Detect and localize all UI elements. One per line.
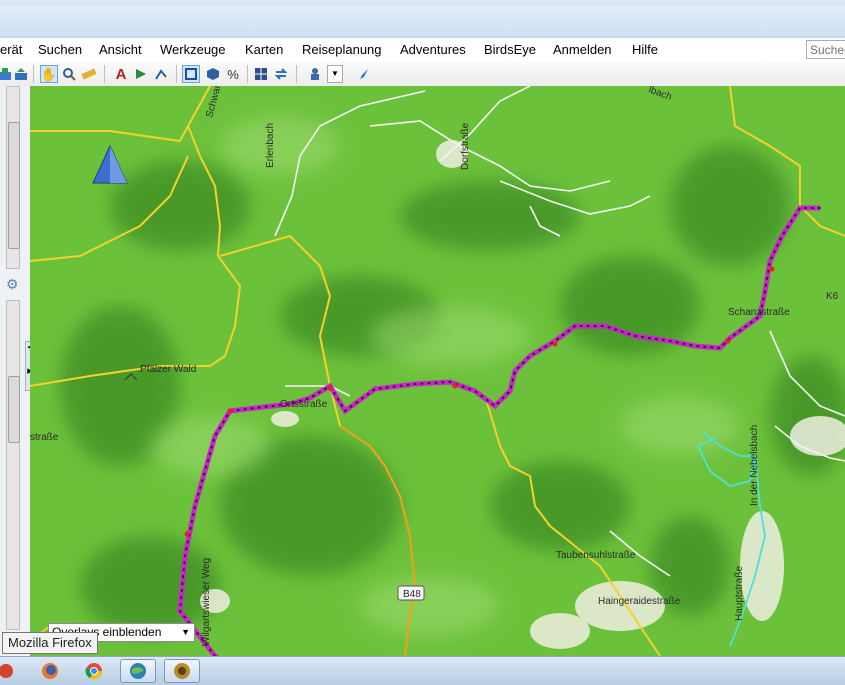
select-area-icon[interactable]: [182, 65, 200, 83]
label-dorfstrasse: Dorfstraße: [460, 122, 471, 170]
measure-ruler-icon[interactable]: [80, 65, 98, 83]
sidebar-scrollbar-top[interactable]: [6, 86, 20, 269]
toolbar-separator: [296, 65, 297, 83]
rocket-icon[interactable]: [354, 65, 372, 83]
chevron-down-icon[interactable]: ▼: [327, 65, 343, 83]
label-taubensuhlstrasse: Taubensuhlstraße: [556, 550, 636, 561]
menu-item-adventures[interactable]: Adventures: [400, 42, 466, 57]
label-hauptstrasse: Hauptstraße: [734, 566, 745, 621]
map-view[interactable]: Schwarz Erlenbach Dorfstraße lbach Pfälz…: [30, 86, 845, 656]
menu-item-geraet[interactable]: erät: [0, 42, 22, 57]
label-pfalzer-wald: Pfälzer Wald: [140, 364, 196, 375]
label-erlenbach: Erlenbach: [265, 123, 276, 168]
toolbar-separator: [104, 65, 105, 83]
menu-item-karten[interactable]: Karten: [245, 42, 283, 57]
hillshade: [60, 146, 845, 636]
left-sidebar: ⚙ ◀▶: [0, 86, 35, 656]
menu-item-birdseye[interactable]: BirdsEye: [484, 42, 536, 57]
firefox-icon[interactable]: [32, 659, 68, 683]
device-receive-icon[interactable]: [12, 65, 30, 83]
position-triangle-icon[interactable]: [92, 144, 128, 184]
toolbar-separator: [247, 65, 248, 83]
label-in-der-nebelsbach: In der Nebelsbach: [749, 425, 760, 506]
app-disc-icon[interactable]: [164, 659, 200, 683]
road-badge-b48: B48: [397, 585, 425, 601]
3d-view-icon[interactable]: [204, 65, 222, 83]
label-lbach: lbach: [647, 86, 673, 103]
transfer-icon[interactable]: [272, 65, 290, 83]
label-k6: K6: [826, 291, 839, 302]
route-tool-icon[interactable]: [152, 65, 170, 83]
chrome-icon[interactable]: [76, 659, 112, 683]
label-wilgartswieser-weg: Wilgartswieser Weg: [201, 558, 212, 646]
search-input[interactable]: [806, 40, 845, 59]
svg-text:B48: B48: [403, 589, 421, 600]
app-icon[interactable]: [0, 659, 24, 683]
menu-item-reiseplanung[interactable]: Reiseplanung: [302, 42, 382, 57]
menu-item-werkzeuge[interactable]: Werkzeuge: [160, 42, 226, 57]
label-ortsstrasse: Ortsstraße: [280, 399, 328, 410]
toolbar-separator: [176, 65, 177, 83]
scrollbar-thumb[interactable]: [8, 376, 20, 443]
label-haingeraidestrasse: Haingeraidestraße: [598, 596, 681, 607]
grid-view-icon[interactable]: [252, 65, 270, 83]
label-strasse-left: straße: [30, 432, 59, 443]
title-bar-band: [0, 6, 845, 36]
hand-pan-icon[interactable]: ✋: [40, 65, 58, 83]
sidebar-scrollbar-bottom[interactable]: [6, 300, 20, 630]
topographic-map: Schwarz Erlenbach Dorfstraße lbach Pfälz…: [30, 86, 845, 656]
profile-dropdown-icon[interactable]: [306, 65, 324, 83]
window-title-bar: [0, 0, 845, 39]
taskbar-tooltip: Mozilla Firefox: [2, 632, 98, 654]
menu-item-anmelden[interactable]: Anmelden: [553, 42, 612, 57]
text-tool-icon[interactable]: A: [112, 65, 130, 83]
gear-icon[interactable]: ⚙: [6, 276, 19, 293]
menu-item-ansicht[interactable]: Ansicht: [99, 42, 142, 57]
chevron-down-icon: ▼: [181, 627, 190, 637]
scrollbar-thumb[interactable]: [8, 122, 20, 249]
basecamp-globe-icon[interactable]: [120, 659, 156, 683]
menu-bar: erät Suchen Ansicht Werkzeuge Karten Rei…: [0, 38, 845, 63]
toolbar-separator: [33, 65, 34, 83]
zoom-icon[interactable]: [60, 65, 78, 83]
menu-item-hilfe[interactable]: Hilfe: [632, 42, 658, 57]
label-schanzstrasse: Schanzstraße: [728, 307, 790, 318]
percent-tool-icon[interactable]: %: [224, 65, 242, 83]
waypoint-tool-icon[interactable]: [132, 65, 150, 83]
toolbar: ✋ A % ▼: [0, 62, 845, 87]
menu-item-suchen[interactable]: Suchen: [38, 42, 82, 57]
taskbar: [0, 656, 845, 685]
